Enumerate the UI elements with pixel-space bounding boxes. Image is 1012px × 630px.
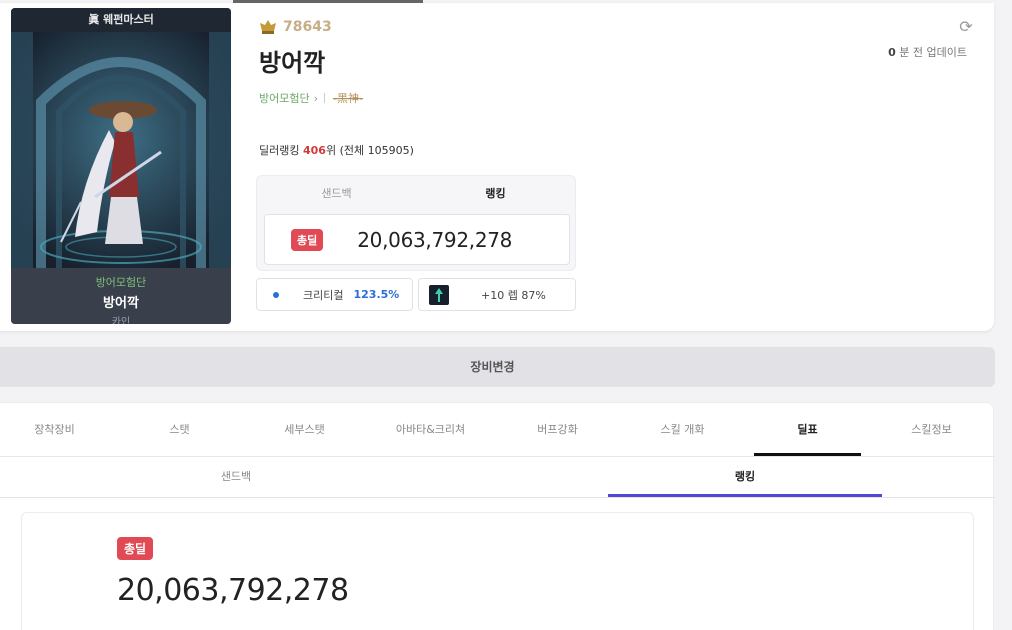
character-name: 방어깍 <box>103 296 139 311</box>
score-tab-ranking[interactable]: 랭킹 <box>416 185 575 201</box>
adventure-name[interactable]: -黑神- <box>333 90 363 106</box>
critical-value: 123.5% <box>353 288 400 301</box>
result-total-damage: 20,063,792,278 <box>117 573 349 608</box>
critical-stat: 크리티컬 123.5% <box>256 278 413 311</box>
score-tab-sandbag[interactable]: 샌드백 <box>257 185 416 201</box>
update-status: 0 분 전 업데이트 <box>888 44 967 60</box>
tab-skill-bloom[interactable]: 스킬 개화 <box>629 403 736 457</box>
tab-avatar-creature[interactable]: 아바타&크리쳐 <box>377 403 484 457</box>
dealer-ranking: 딜러랭킹 406위 (전체 105905) <box>259 142 414 158</box>
update-suffix: 분 전 업데이트 <box>899 46 967 59</box>
score-tabs: 샌드백 랭킹 <box>257 176 575 210</box>
update-count: 0 <box>888 46 896 59</box>
total-damage-value: 20,063,792,278 <box>357 227 513 252</box>
score-value-box: 총딜 20,063,792,278 <box>264 214 570 265</box>
ranking-suffix: 위 (전체 105905) <box>325 144 414 157</box>
divider <box>324 93 326 103</box>
main-tabs: 장착장비 스탯 세부스탯 아바타&크리쳐 버프강화 스킬 개화 딜표 스킬정보 <box>1 403 995 457</box>
skill-icon <box>429 284 449 305</box>
character-class-title: 眞 웨펀마스터 <box>11 8 231 32</box>
sub-tabs: 샌드백 랭킹 <box>1 457 995 498</box>
character-card[interactable]: 眞 웨펀마스터 방어모험단 방어깍 카인 <box>11 8 231 324</box>
character-guild: 방어모험단 <box>95 276 147 289</box>
character-illustration <box>11 32 231 268</box>
ranking-prefix: 딜러랭킹 <box>259 144 300 157</box>
guild-link[interactable]: 방어모험단 <box>259 90 310 106</box>
equip-change-button[interactable]: 장비변경 <box>0 347 995 387</box>
divider <box>0 497 995 498</box>
score-box: 샌드백 랭킹 총딜 20,063,792,278 <box>256 175 576 271</box>
sub-tab-ranking[interactable]: 랭킹 <box>608 457 882 497</box>
fame-value: 78643 <box>283 19 332 35</box>
character-footer: 방어모험단 방어깍 카인 <box>11 268 231 324</box>
tab-damage-table[interactable]: 딜표 <box>754 403 861 457</box>
ranking-value: 406 <box>302 144 326 157</box>
reinforce-text: +10 렙 87% <box>481 288 546 302</box>
fame-row: 78643 <box>259 19 332 35</box>
tab-detail-stats[interactable]: 세부스탯 <box>251 403 358 457</box>
chevron-right-icon: › <box>313 91 319 105</box>
character-server: 카인 <box>111 317 131 324</box>
sub-tab-sandbag[interactable]: 샌드백 <box>99 457 373 497</box>
profile-character-name: 방어깍 <box>259 49 326 77</box>
result-badge: 총딜 <box>117 537 154 560</box>
tab-equipment[interactable]: 장착장비 <box>1 403 108 457</box>
result-card: 총딜 20,063,792,278 <box>21 512 974 630</box>
total-damage-badge: 총딜 <box>291 228 324 251</box>
detail-panel: 장착장비 스탯 세부스탯 아바타&크리쳐 버프강화 스킬 개화 딜표 스킬정보 … <box>0 402 995 630</box>
refresh-icon[interactable]: ⟳ <box>958 16 974 36</box>
guild-row: 방어모험단 › -黑神- <box>259 90 363 106</box>
critical-label: 크리티컬 <box>303 288 344 302</box>
tab-stats[interactable]: 스탯 <box>126 403 233 457</box>
profile-card: 眞 웨펀마스터 방어모험단 방어깍 카인 78643 방어깍 방어모험단 › -… <box>0 3 994 331</box>
tab-buff[interactable]: 버프강화 <box>504 403 611 457</box>
fame-icon <box>260 20 276 34</box>
tab-skill-info[interactable]: 스킬정보 <box>878 403 985 457</box>
critical-dot-icon <box>273 291 279 298</box>
reinforce-stat: +10 렙 87% <box>418 278 576 311</box>
